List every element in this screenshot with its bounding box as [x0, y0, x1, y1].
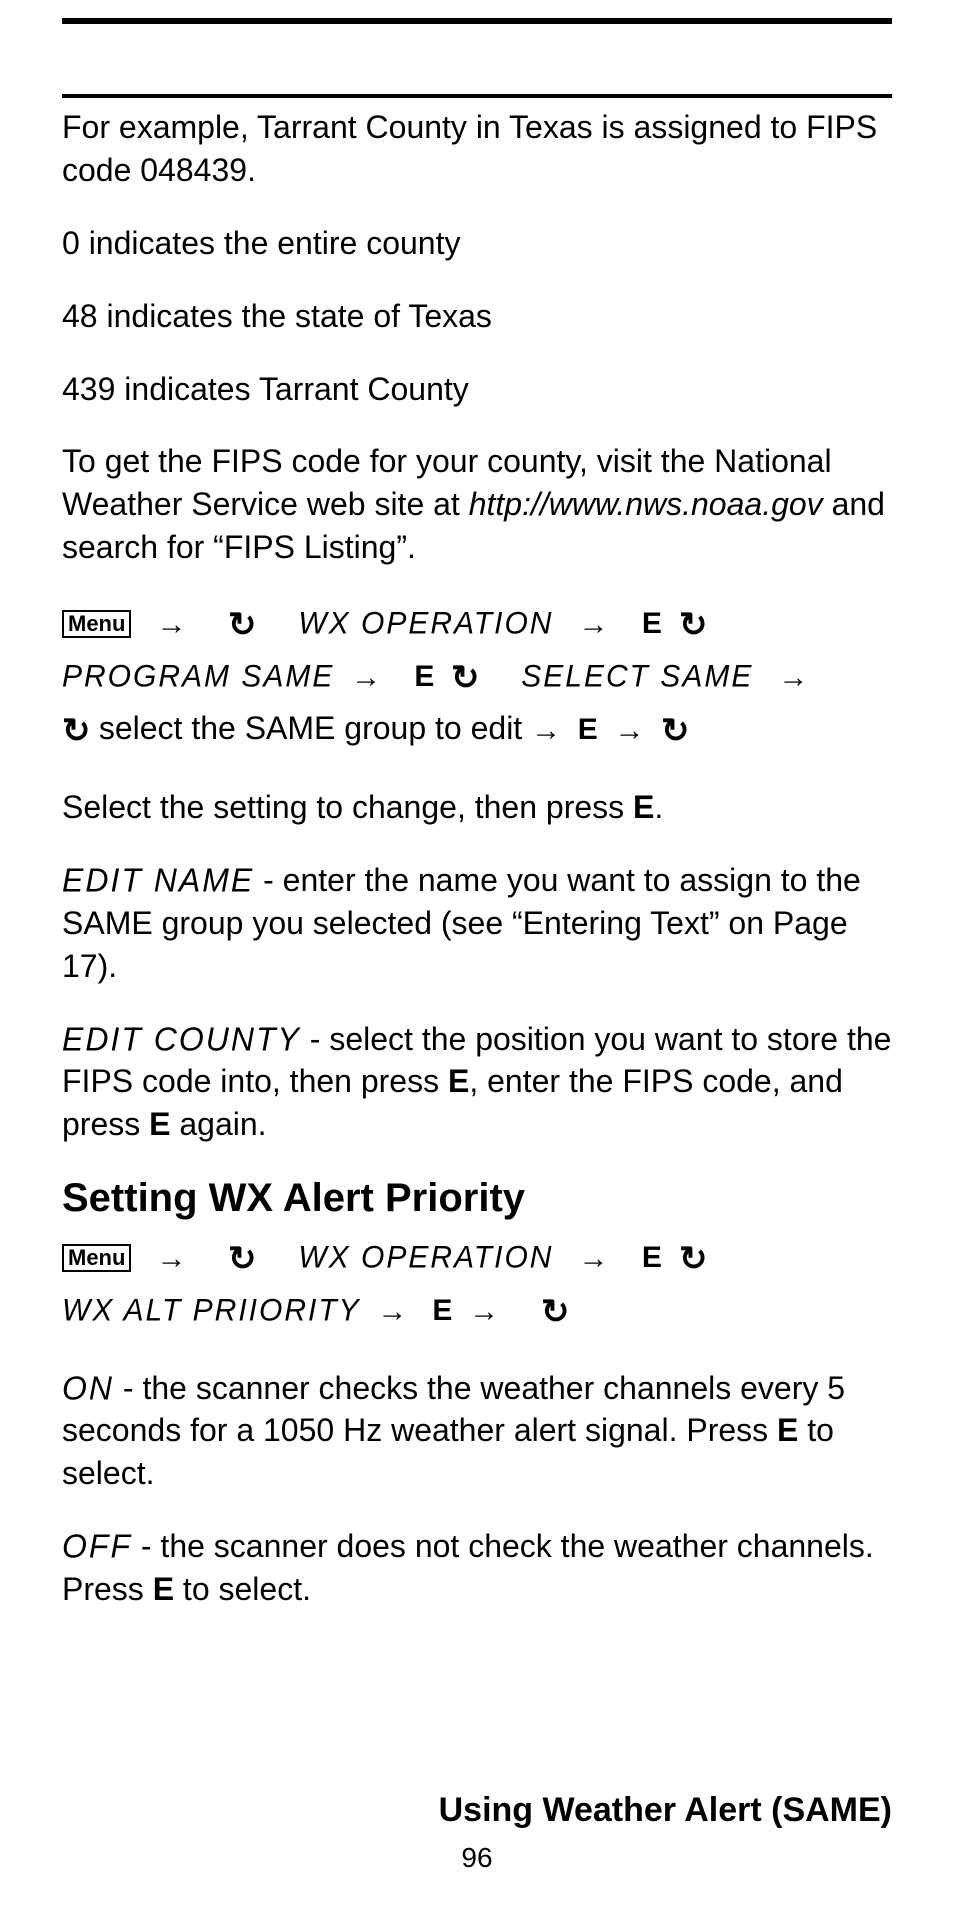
lcd-edit-name: EDIT NAME — [62, 858, 254, 903]
page: For example, Tarrant County in Texas is … — [0, 0, 954, 1908]
rotate-icon: ↺ — [62, 705, 91, 758]
lcd-wx-alt-priority: WX ALT PRIIORITY — [62, 1287, 361, 1336]
footer-section-title: Using Weather Alert (SAME) — [439, 1791, 892, 1830]
lcd-select-same: SELECT SAME — [521, 653, 753, 702]
lcd-off: OFF — [62, 1524, 132, 1569]
nws-url: http://www.nws.noaa.gov — [469, 486, 823, 522]
key-e: E — [432, 1294, 452, 1327]
arrow-icon: → — [469, 1289, 499, 1336]
lcd-edit-county: EDIT COUNTY — [62, 1016, 301, 1061]
lcd-wx-operation: WX OPERATION — [298, 600, 553, 649]
arrow-icon: → — [778, 655, 808, 702]
lcd-program-same: PROGRAM SAME — [62, 653, 334, 702]
rotate-icon: ↺ — [228, 1233, 257, 1286]
rotate-icon: ↺ — [541, 1286, 570, 1339]
paragraph-439-tarrant: 439 indicates Tarrant County — [62, 368, 892, 411]
rotate-icon: ↺ — [451, 652, 480, 705]
arrow-icon: → — [351, 655, 381, 702]
text: - the scanner checks the weather channel… — [62, 1370, 845, 1449]
arrow-icon: → — [578, 1236, 608, 1283]
lcd-on: ON — [62, 1365, 114, 1410]
paragraph-0-county: 0 indicates the entire county — [62, 222, 892, 265]
menu-button-icon: Menu — [62, 1244, 131, 1272]
key-e: E — [777, 1412, 798, 1448]
key-e: E — [642, 1241, 662, 1274]
arrow-icon: → — [578, 602, 608, 649]
paragraph-off: OFF - the scanner does not check the wea… — [62, 1525, 892, 1611]
key-e: E — [414, 660, 434, 693]
paragraph-select-setting: Select the setting to change, then press… — [62, 786, 892, 829]
heading-wx-alert-priority: Setting WX Alert Priority — [62, 1176, 892, 1221]
key-e: E — [578, 713, 598, 746]
key-e: E — [153, 1571, 174, 1607]
paragraph-edit-county: EDIT COUNTY - select the position you wa… — [62, 1018, 892, 1147]
paragraph-edit-name: EDIT NAME - enter the name you want to a… — [62, 859, 892, 988]
arrow-icon: → — [531, 708, 561, 755]
arrow-icon: → — [614, 708, 644, 755]
key-e: E — [149, 1106, 170, 1142]
text: again. — [170, 1106, 266, 1142]
lcd-wx-operation: WX OPERATION — [298, 1234, 553, 1283]
text: Select the setting to change, then press — [62, 789, 633, 825]
text: to select. — [174, 1571, 311, 1607]
top-rule-thin — [62, 94, 892, 98]
paragraph-nws-site: To get the FIPS code for your county, vi… — [62, 440, 892, 569]
paragraph-48-texas: 48 indicates the state of Texas — [62, 295, 892, 338]
key-e: E — [633, 789, 654, 825]
arrow-icon: → — [377, 1289, 407, 1336]
paragraph-on: ON - the scanner checks the weather chan… — [62, 1367, 892, 1496]
arrow-icon: → — [156, 602, 186, 649]
key-e: E — [448, 1063, 469, 1099]
paragraph-fips-example: For example, Tarrant County in Texas is … — [62, 106, 892, 192]
menu-button-icon: Menu — [62, 610, 131, 638]
top-rule-thick — [62, 18, 892, 24]
text-select-group: select the SAME group to edit — [99, 710, 531, 746]
arrow-icon: → — [156, 1236, 186, 1283]
rotate-icon: ↺ — [679, 1233, 708, 1286]
key-e: E — [642, 607, 662, 640]
rotate-icon: ↺ — [661, 705, 690, 758]
rotate-icon: ↺ — [679, 599, 708, 652]
nav-sequence-same: Menu → ↺ WX OPERATION → E ↺ PROGRAM SAME… — [62, 599, 892, 758]
rotate-icon: ↺ — [228, 599, 257, 652]
nav-sequence-wx-priority: Menu → ↺ WX OPERATION → E ↺ WX ALT PRIIO… — [62, 1233, 892, 1338]
page-number: 96 — [0, 1842, 954, 1874]
text: . — [654, 789, 663, 825]
